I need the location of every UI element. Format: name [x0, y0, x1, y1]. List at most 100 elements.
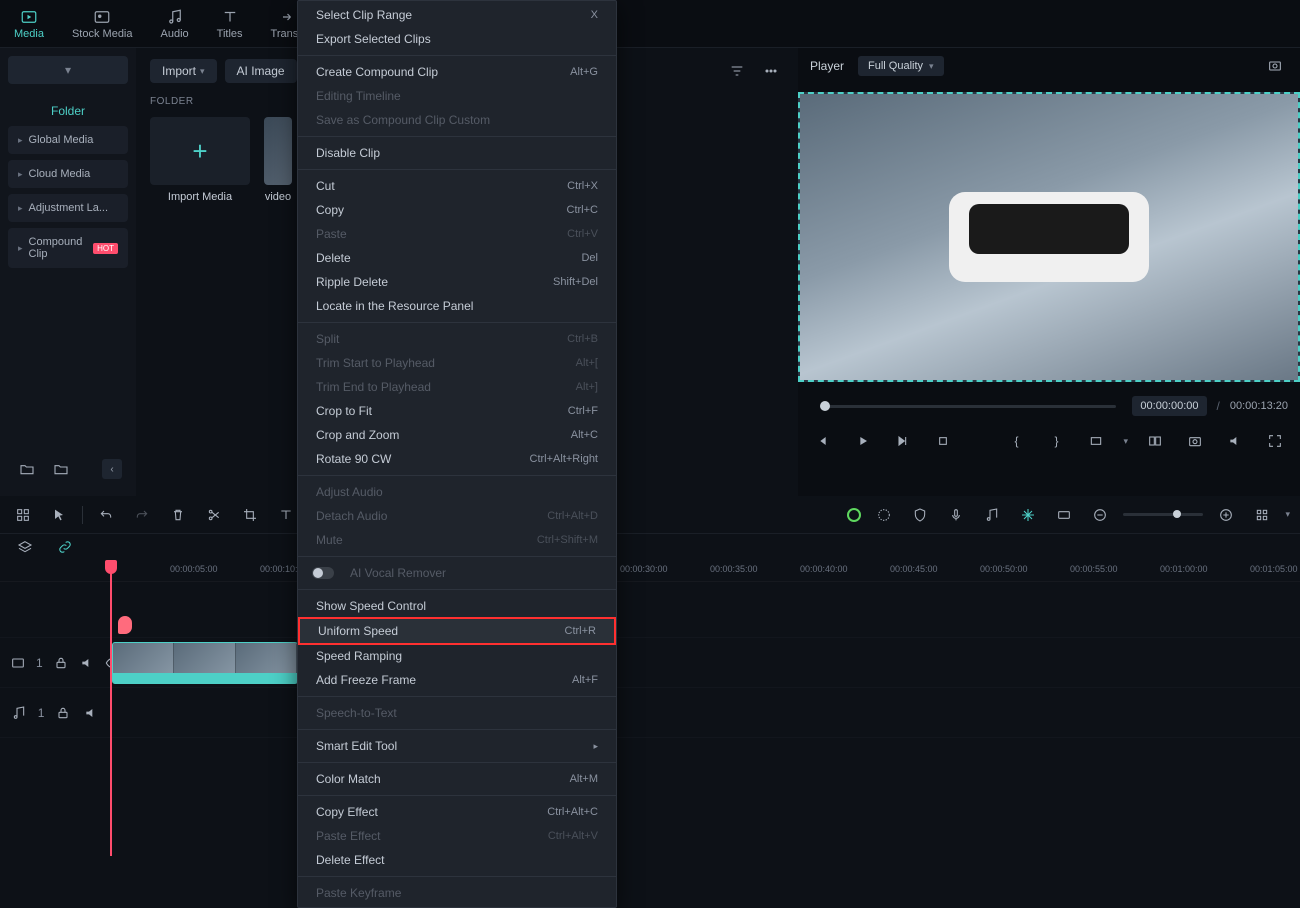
menu-cut[interactable]: CutCtrl+X: [298, 174, 616, 198]
caption-icon[interactable]: [1051, 502, 1077, 528]
layers-icon[interactable]: [12, 534, 38, 560]
zoom-slider[interactable]: [1123, 513, 1203, 516]
undo-icon[interactable]: [93, 502, 119, 528]
menu-split: SplitCtrl+B: [298, 327, 616, 351]
aspect-icon[interactable]: [1083, 428, 1109, 454]
top-tabs: Media Stock Media Audio Titles Trans...: [0, 0, 1300, 48]
player-label: Player: [810, 59, 844, 73]
stop-icon[interactable]: [930, 428, 956, 454]
hot-badge: HOT: [93, 243, 118, 254]
music-icon[interactable]: [979, 502, 1005, 528]
menu-rotate[interactable]: Rotate 90 CWCtrl+Alt+Right: [298, 447, 616, 471]
lock-icon[interactable]: [53, 650, 69, 676]
play-forward-icon[interactable]: [890, 428, 916, 454]
sidebar-item-compound[interactable]: ▸Compound ClipHOT: [8, 228, 128, 268]
menu-freeze[interactable]: Add Freeze FrameAlt+F: [298, 668, 616, 692]
marker-icon[interactable]: [118, 616, 132, 634]
preview-viewport[interactable]: [798, 92, 1300, 382]
mark-in-icon[interactable]: {: [1003, 428, 1029, 454]
menu-copy-effect[interactable]: Copy EffectCtrl+Alt+C: [298, 800, 616, 824]
zoom-out-icon[interactable]: [1087, 502, 1113, 528]
mute-audio-icon[interactable]: [82, 700, 100, 726]
import-button[interactable]: Import▾: [150, 59, 217, 83]
snapshot-icon[interactable]: [1262, 53, 1288, 79]
menu-stt: Speech-to-Text: [298, 701, 616, 725]
menu-color-match[interactable]: Color MatchAlt+M: [298, 767, 616, 791]
prev-frame-icon[interactable]: [810, 428, 836, 454]
video-track-icon[interactable]: [10, 650, 26, 676]
audio-track-icon[interactable]: [10, 700, 28, 726]
sidebar-item-cloud[interactable]: ▸Cloud Media: [8, 160, 128, 188]
menu-export-selected[interactable]: Export Selected Clips: [298, 27, 616, 51]
toggle-icon: [312, 567, 334, 579]
menu-mute: MuteCtrl+Shift+M: [298, 528, 616, 552]
volume-icon[interactable]: [1222, 428, 1248, 454]
ai-image-button[interactable]: AI Image: [225, 59, 297, 83]
menu-show-speed[interactable]: Show Speed Control: [298, 594, 616, 618]
grid-view-icon[interactable]: [1249, 502, 1275, 528]
mark-out-icon[interactable]: }: [1043, 428, 1069, 454]
record-indicator-icon[interactable]: [847, 508, 861, 522]
tab-titles[interactable]: Titles: [203, 4, 257, 44]
zoom-in-icon[interactable]: [1213, 502, 1239, 528]
fullscreen-icon[interactable]: [1262, 428, 1288, 454]
menu-crop-fit[interactable]: Crop to FitCtrl+F: [298, 399, 616, 423]
menu-locate[interactable]: Locate in the Resource Panel: [298, 294, 616, 318]
sidebar-item-adjustment[interactable]: ▸Adjustment La...: [8, 194, 128, 222]
sidebar: ▾ Folder ▸Global Media ▸Cloud Media ▸Adj…: [0, 48, 136, 496]
new-folder-icon[interactable]: [14, 456, 40, 482]
compare-icon[interactable]: [1142, 428, 1168, 454]
quality-select[interactable]: Full Quality▾: [858, 56, 944, 76]
mic-icon[interactable]: [943, 502, 969, 528]
ruler-tick: 00:00:45:00: [890, 564, 938, 574]
menu-speed-ramping[interactable]: Speed Ramping: [298, 644, 616, 668]
filter-icon[interactable]: [724, 58, 750, 84]
menu-copy[interactable]: CopyCtrl+C: [298, 198, 616, 222]
menu-smart-edit[interactable]: Smart Edit Tool▸: [298, 734, 616, 758]
tab-audio[interactable]: Audio: [147, 4, 203, 44]
menu-create-compound[interactable]: Create Compound ClipAlt+G: [298, 60, 616, 84]
menu-disable-clip[interactable]: Disable Clip: [298, 141, 616, 165]
folder-add-button[interactable]: ▾: [8, 56, 128, 84]
tab-media[interactable]: Media: [0, 4, 58, 44]
color-icon[interactable]: [871, 502, 897, 528]
import-media-tile[interactable]: + Import Media: [150, 117, 250, 203]
crop-icon[interactable]: [237, 502, 263, 528]
mute-track-icon[interactable]: [79, 650, 95, 676]
menu-ripple-delete[interactable]: Ripple DeleteShift+Del: [298, 270, 616, 294]
collapse-sidebar-button[interactable]: ‹: [102, 459, 122, 479]
apps-icon[interactable]: [10, 502, 36, 528]
text-icon[interactable]: [273, 502, 299, 528]
effects-icon[interactable]: [1015, 502, 1041, 528]
playhead[interactable]: [110, 560, 112, 856]
folder-icon[interactable]: [48, 456, 74, 482]
delete-icon[interactable]: [165, 502, 191, 528]
menu-select-range[interactable]: Select Clip RangeX: [298, 3, 616, 27]
ruler-tick: 00:00:35:00: [710, 564, 758, 574]
tab-stock-media[interactable]: Stock Media: [58, 4, 147, 44]
menu-trim-end: Trim End to PlayheadAlt+]: [298, 375, 616, 399]
tab-label: Media: [14, 28, 44, 40]
split-icon[interactable]: [201, 502, 227, 528]
folder-heading: Folder: [8, 96, 128, 126]
stock-icon: [93, 8, 111, 26]
more-icon[interactable]: [758, 58, 784, 84]
sidebar-item-global[interactable]: ▸Global Media: [8, 126, 128, 154]
link-icon[interactable]: [52, 534, 78, 560]
menu-crop-zoom[interactable]: Crop and ZoomAlt+C: [298, 423, 616, 447]
cursor-icon[interactable]: [46, 502, 72, 528]
menu-delete-effect[interactable]: Delete Effect: [298, 848, 616, 872]
menu-delete[interactable]: DeleteDel: [298, 246, 616, 270]
plus-icon: +: [192, 136, 207, 167]
redo-icon[interactable]: [129, 502, 155, 528]
video-clip[interactable]: [112, 642, 298, 684]
play-icon[interactable]: [850, 428, 876, 454]
timeline-ruler[interactable]: 00:00:05:0000:00:10:0000:00:15:0000:00:2…: [0, 560, 1300, 582]
menu-uniform-speed[interactable]: Uniform SpeedCtrl+R: [298, 617, 616, 645]
scrubber[interactable]: [820, 405, 1116, 408]
camera-icon[interactable]: [1182, 428, 1208, 454]
lock-icon[interactable]: [54, 700, 72, 726]
shield-icon[interactable]: [907, 502, 933, 528]
video-clip-tile[interactable]: video: [264, 117, 292, 203]
ruler-tick: 00:01:05:00: [1250, 564, 1298, 574]
